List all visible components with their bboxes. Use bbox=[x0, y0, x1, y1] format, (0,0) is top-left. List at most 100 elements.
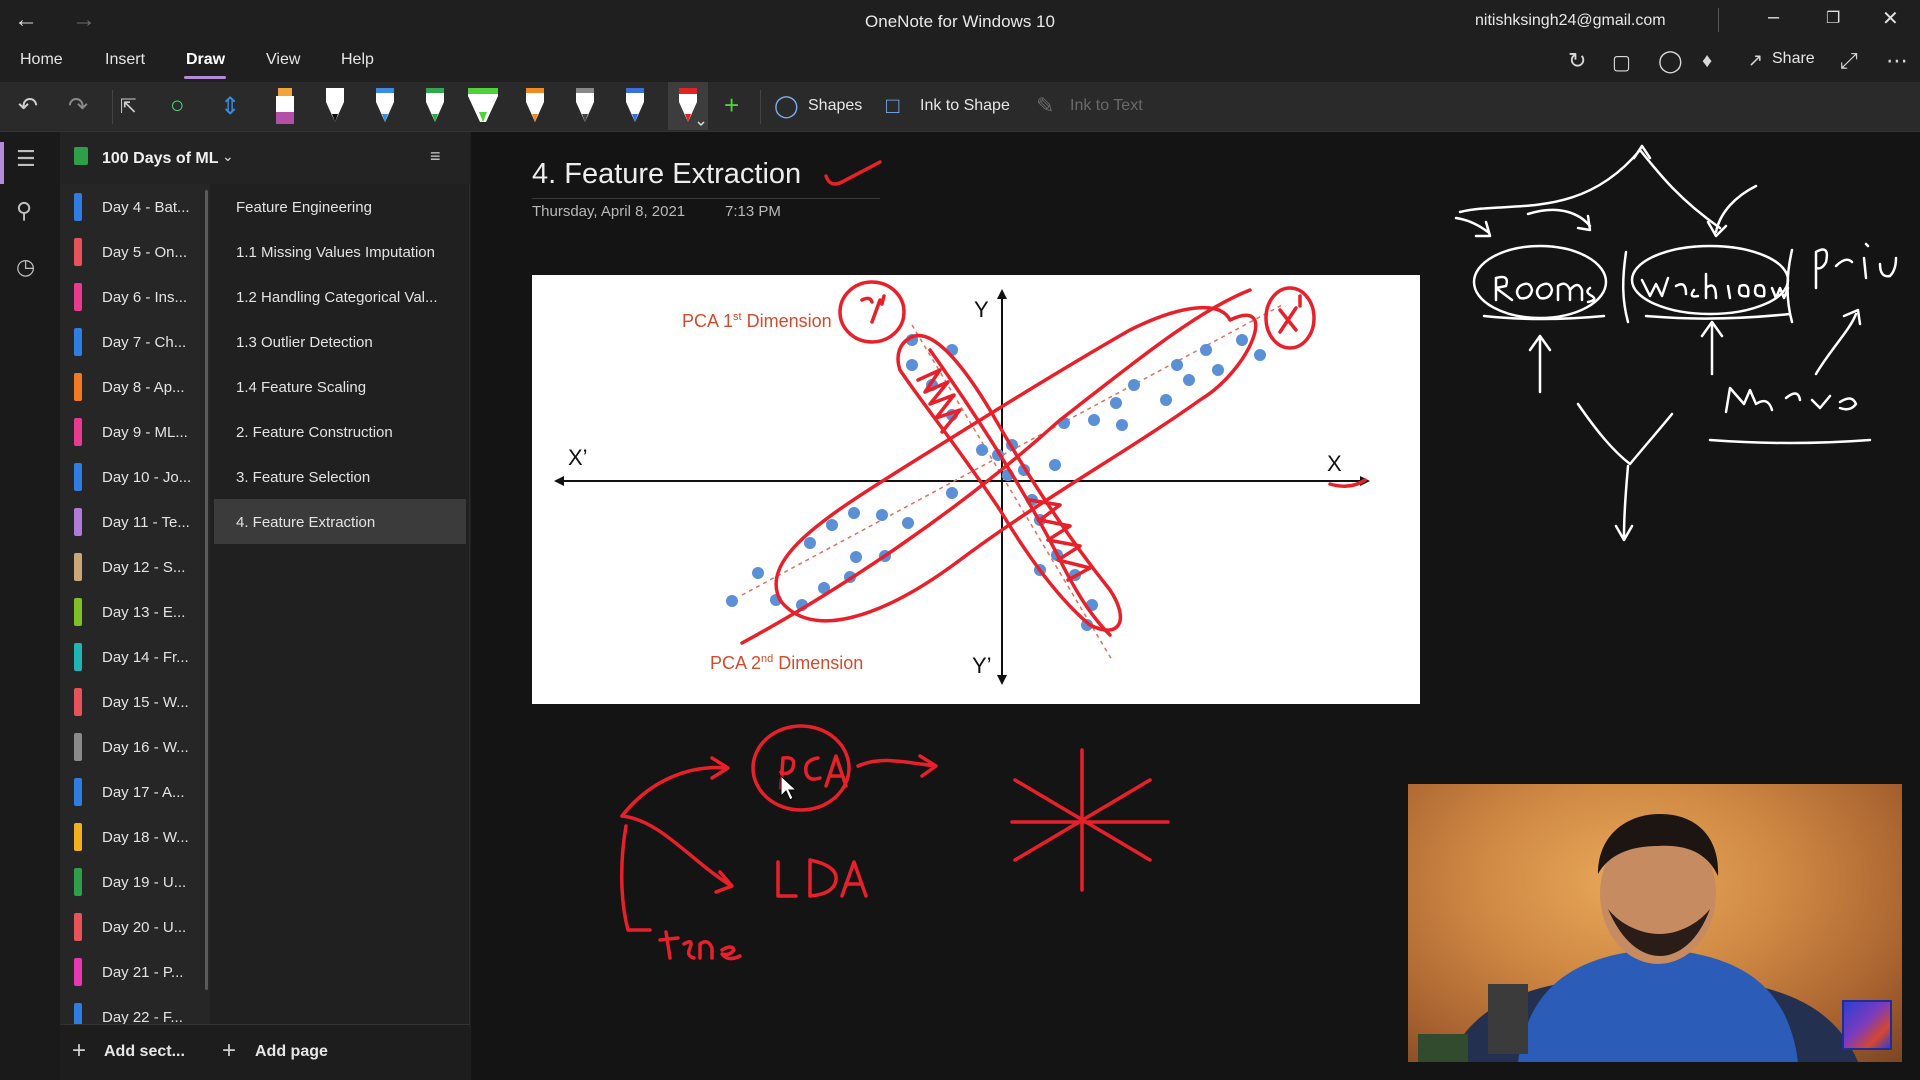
more-icon[interactable]: ⋯ bbox=[1886, 48, 1908, 74]
sections-scrollbar[interactable] bbox=[205, 190, 208, 990]
section-color-tab bbox=[74, 823, 82, 851]
tab-insert[interactable]: Insert bbox=[105, 51, 145, 69]
pen-blue-tool[interactable] bbox=[368, 82, 402, 130]
page-list: Feature Engineering 1.1 Missing Values Im… bbox=[210, 184, 470, 1024]
page-label: 3. Feature Selection bbox=[236, 469, 371, 486]
pen-black-tool[interactable] bbox=[318, 82, 352, 130]
section-label: Day 14 - Fr... bbox=[102, 649, 189, 666]
page-item[interactable]: 2. Feature Construction bbox=[214, 409, 466, 454]
data-points bbox=[726, 334, 1266, 631]
shapes-icon: ◯ bbox=[774, 93, 799, 118]
page-item[interactable]: 1.4 Feature Scaling bbox=[214, 364, 466, 409]
pen-red-tool-selected[interactable] bbox=[668, 82, 708, 130]
section-item[interactable]: Day 15 - W... bbox=[60, 679, 210, 724]
page-item[interactable]: 4. Feature Extraction bbox=[214, 499, 466, 544]
page-title[interactable]: 4. Feature Extraction bbox=[532, 158, 801, 191]
notebook-header[interactable]: 100 Days of ML ⌄ ≡ bbox=[60, 132, 470, 184]
section-label: Day 10 - Jo... bbox=[102, 469, 192, 486]
page-item[interactable]: 1.1 Missing Values Imputation bbox=[214, 229, 466, 274]
page-item[interactable]: 1.2 Handling Categorical Val... bbox=[214, 274, 466, 319]
page-date: Thursday, April 8, 2021 bbox=[532, 203, 686, 220]
tab-help[interactable]: Help bbox=[341, 51, 374, 69]
page-item[interactable]: Feature Engineering bbox=[214, 184, 466, 229]
page-item[interactable]: 3. Feature Selection bbox=[214, 454, 466, 499]
section-color-tab bbox=[74, 328, 82, 356]
section-item[interactable]: Day 21 - P... bbox=[60, 949, 210, 994]
section-label: Day 17 - A... bbox=[102, 784, 185, 801]
add-space-icon[interactable]: ○ bbox=[170, 92, 185, 120]
section-item[interactable]: Day 12 - S... bbox=[60, 544, 210, 589]
section-item[interactable]: Day 7 - Ch... bbox=[60, 319, 210, 364]
ribbon-divider bbox=[112, 90, 113, 124]
section-color-tab bbox=[74, 643, 82, 671]
page-label: 1.4 Feature Scaling bbox=[236, 379, 367, 396]
ink-to-shape-button[interactable]: Ink to Shape bbox=[920, 97, 1010, 115]
webcam-overlay bbox=[1408, 784, 1902, 1062]
page-label: 1.1 Missing Values Imputation bbox=[236, 244, 435, 261]
chevron-down-icon[interactable]: ⌄ bbox=[222, 148, 234, 165]
section-item[interactable]: Day 9 - ML... bbox=[60, 409, 210, 454]
page-item[interactable]: 1.3 Outlier Detection bbox=[214, 319, 466, 364]
share-button[interactable]: Share bbox=[1772, 50, 1815, 68]
section-item[interactable]: Day 13 - E... bbox=[60, 589, 210, 634]
lasso-select-icon[interactable]: ⇱ bbox=[120, 94, 137, 119]
undo-icon[interactable]: ↶ bbox=[18, 92, 38, 121]
add-pen-icon[interactable]: + bbox=[724, 90, 739, 121]
lightbulb-icon[interactable]: ◯ bbox=[1658, 48, 1683, 74]
pen-gray-tool[interactable] bbox=[568, 82, 602, 130]
add-section-button[interactable]: Add sect... bbox=[104, 1043, 185, 1061]
y-prime-axis-label: Y’ bbox=[972, 653, 992, 678]
page-view-icon[interactable]: ▢ bbox=[1612, 50, 1631, 75]
ink-to-shape-icon: □ bbox=[886, 93, 900, 118]
notebooks-icon[interactable]: ☰ bbox=[16, 146, 36, 172]
minimize-icon[interactable]: – bbox=[1768, 6, 1779, 29]
section-item[interactable]: Day 10 - Jo... bbox=[60, 454, 210, 499]
fullscreen-icon[interactable]: ⤢ bbox=[1840, 48, 1858, 74]
section-item[interactable]: Day 19 - U... bbox=[60, 859, 210, 904]
account-email[interactable]: nitishksingh24@gmail.com bbox=[1475, 12, 1666, 30]
section-item[interactable]: Day 6 - Ins... bbox=[60, 274, 210, 319]
section-item[interactable]: Day 4 - Bat... bbox=[60, 184, 210, 229]
section-item[interactable]: Day 17 - A... bbox=[60, 769, 210, 814]
add-page-button[interactable]: Add page bbox=[255, 1043, 328, 1061]
search-icon[interactable]: ⚲ bbox=[16, 198, 32, 224]
highlighter-green-tool[interactable] bbox=[466, 82, 500, 130]
section-item[interactable]: Day 14 - Fr... bbox=[60, 634, 210, 679]
pen-orange-tool[interactable] bbox=[518, 82, 552, 130]
ink-to-text-button[interactable]: Ink to Text bbox=[1070, 97, 1143, 115]
section-item[interactable]: Day 22 - F... bbox=[60, 994, 210, 1024]
shapes-button[interactable]: Shapes bbox=[808, 97, 862, 115]
section-item[interactable]: Day 11 - Te... bbox=[60, 499, 210, 544]
sync-icon[interactable]: ↻ bbox=[1568, 48, 1586, 74]
pen-green-tool[interactable] bbox=[418, 82, 452, 130]
section-color-tab bbox=[74, 598, 82, 626]
pen-lightblue-tool[interactable] bbox=[618, 82, 652, 130]
insert-space-icon[interactable]: ⇕ bbox=[220, 92, 240, 121]
section-item[interactable]: Day 20 - U... bbox=[60, 904, 210, 949]
ink-to-text-icon: ✎ bbox=[1036, 93, 1055, 118]
pca-diagram-image[interactable]: PCA 1st Dimension PCA 2nd Dimension X X’… bbox=[532, 275, 1420, 704]
tab-view[interactable]: View bbox=[266, 51, 300, 69]
section-item[interactable]: Day 16 - W... bbox=[60, 724, 210, 769]
section-item[interactable]: Day 18 - W... bbox=[60, 814, 210, 859]
sort-pages-icon[interactable]: ≡ bbox=[430, 146, 441, 167]
notebook-icon bbox=[74, 147, 88, 165]
section-label: Day 12 - S... bbox=[102, 559, 186, 576]
pca-second-dimension-label: PCA 2nd Dimension bbox=[710, 653, 864, 673]
title-bar: ← → OneNote for Windows 10 nitishksingh2… bbox=[0, 0, 1920, 42]
highlighter-orange-tool[interactable] bbox=[268, 82, 302, 130]
tab-home[interactable]: Home bbox=[20, 51, 63, 69]
section-label: Day 4 - Bat... bbox=[102, 199, 190, 216]
tab-draw[interactable]: Draw bbox=[186, 51, 225, 69]
section-list: Day 4 - Bat... Day 5 - On... Day 6 - Ins..… bbox=[60, 184, 210, 1024]
menu-bar: Home Insert Draw View Help ↻ ▢ ◯ ♦ ↗ Sha… bbox=[0, 42, 1920, 82]
section-color-tab bbox=[74, 463, 82, 491]
bell-icon[interactable]: ♦ bbox=[1702, 50, 1712, 73]
redo-icon[interactable]: ↷ bbox=[68, 92, 88, 121]
close-icon[interactable]: ✕ bbox=[1882, 6, 1899, 31]
restore-icon[interactable]: ❐ bbox=[1826, 8, 1840, 28]
section-item[interactable]: Day 5 - On... bbox=[60, 229, 210, 274]
presenter-video bbox=[1418, 814, 1858, 1062]
section-item[interactable]: Day 8 - Ap... bbox=[60, 364, 210, 409]
recent-notes-icon[interactable]: ◷ bbox=[16, 254, 35, 280]
